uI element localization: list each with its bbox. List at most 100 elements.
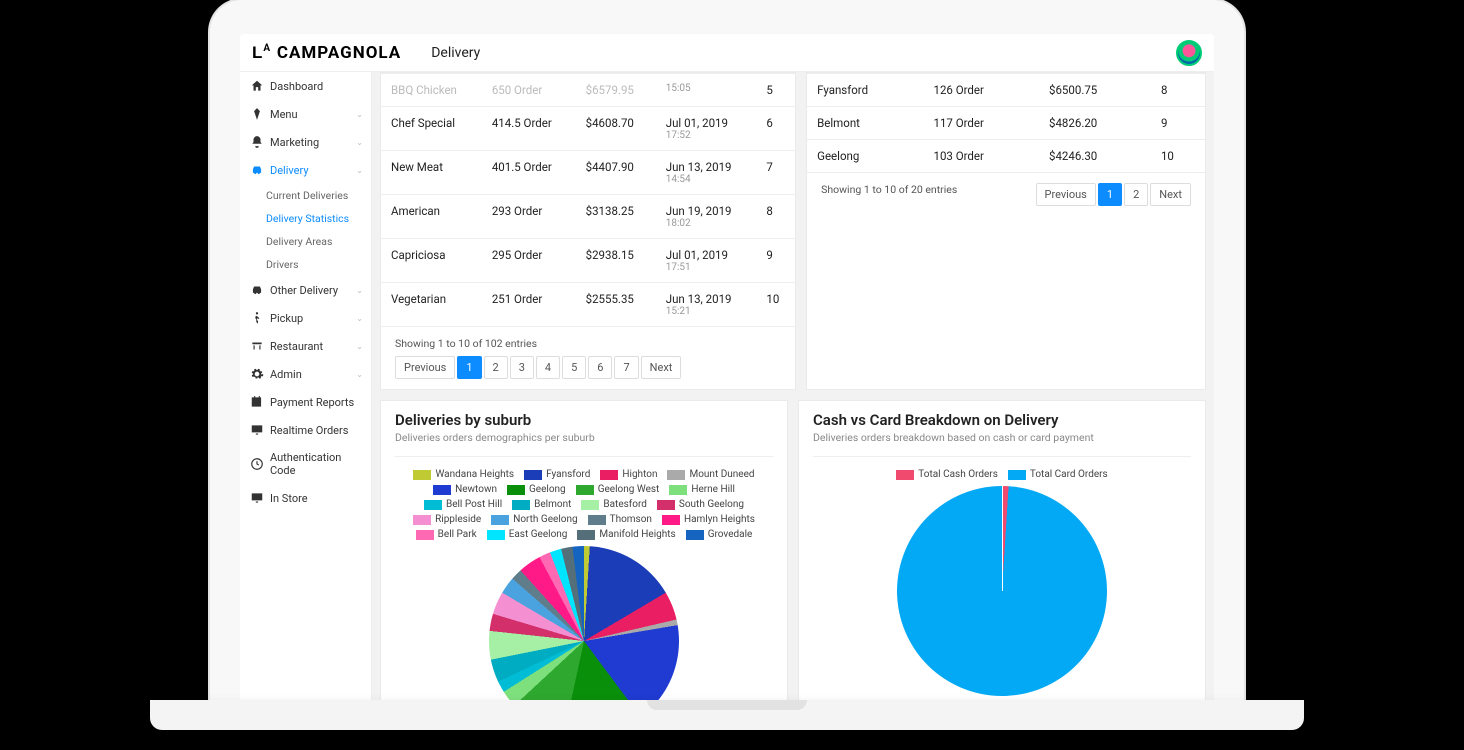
sidebar-item-realtime-orders[interactable]: Realtime Orders	[240, 416, 371, 444]
chevron-icon: ⌄	[356, 370, 363, 379]
sidebar-item-payment-reports[interactable]: Payment Reports	[240, 388, 371, 416]
cashcard-pie-chart	[897, 486, 1107, 696]
page-button[interactable]: 3	[510, 356, 534, 379]
page-button[interactable]: 7	[614, 356, 638, 379]
legend-item[interactable]: Highton	[600, 469, 657, 480]
table-icon	[250, 339, 264, 353]
chevron-icon: ⌄	[356, 138, 363, 147]
cash-vs-card-card: Cash vs Card Breakdown on Delivery Deliv…	[798, 400, 1206, 704]
orders-table-card: BBQ Chicken650 Order$6579.95 15:055 Chef…	[380, 72, 796, 390]
walk-icon	[250, 311, 264, 325]
legend-item[interactable]: Manifold Heights	[577, 529, 675, 540]
brand-logo: LA CAMPAGNOLA	[252, 43, 401, 63]
legend-swatch	[600, 470, 618, 480]
cashcard-chart-subtitle: Deliveries orders breakdown based on cas…	[813, 431, 1191, 444]
user-avatar[interactable]	[1176, 40, 1202, 66]
sidebar-item-delivery[interactable]: Delivery⌄	[240, 156, 371, 184]
chevron-icon: ⌄	[356, 166, 363, 175]
legend-swatch	[413, 470, 431, 480]
legend-item[interactable]: Herne Hill	[669, 484, 735, 495]
legend-item[interactable]: Total Card Orders	[1008, 469, 1108, 480]
sidebar-subitem-current-deliveries[interactable]: Current Deliveries	[240, 184, 371, 207]
laptop-frame: LA CAMPAGNOLA Delivery DashboardMenu⌄Mar…	[210, 0, 1244, 714]
chevron-icon: ⌄	[356, 286, 363, 295]
suburb-pie-chart	[489, 546, 679, 704]
legend-swatch	[424, 500, 442, 510]
legend-item[interactable]: Geelong West	[576, 484, 660, 495]
legend-swatch	[524, 470, 542, 480]
legend-item[interactable]: East Geelong	[487, 529, 568, 540]
suburbs-table: Fyansford126 Order$6500.758 Belmont117 O…	[807, 73, 1205, 172]
suburbs-entries-info: Showing 1 to 10 of 20 entries	[821, 183, 957, 196]
cashcard-chart-title: Cash vs Card Breakdown on Delivery	[813, 411, 1191, 429]
sidebar-item-pickup[interactable]: Pickup⌄	[240, 304, 371, 332]
page-button[interactable]: Next	[1150, 183, 1191, 206]
table-row: Capriciosa295 Order$2938.15 Jul 01, 2019…	[381, 239, 795, 283]
sidebar-subitem-drivers[interactable]: Drivers	[240, 253, 371, 276]
legend-item[interactable]: Bell Park	[416, 529, 477, 540]
legend-swatch	[686, 530, 704, 540]
sidebar-item-restaurant[interactable]: Restaurant⌄	[240, 332, 371, 360]
sidebar-item-menu[interactable]: Menu⌄	[240, 100, 371, 128]
page-button[interactable]: 1	[1098, 183, 1122, 206]
chevron-icon: ⌄	[356, 314, 363, 323]
legend-item[interactable]: Thomson	[588, 514, 652, 525]
page-button[interactable]: 6	[588, 356, 612, 379]
orders-pager: Previous1234567Next	[395, 356, 681, 379]
orders-entries-info: Showing 1 to 10 of 102 entries	[395, 337, 537, 350]
page-button[interactable]: 4	[536, 356, 560, 379]
page-button[interactable]: 2	[1124, 183, 1148, 206]
chevron-icon: ⌄	[356, 342, 363, 351]
legend-item[interactable]: Rippleside	[413, 514, 481, 525]
sidebar: DashboardMenu⌄Marketing⌄Delivery⌄Current…	[240, 72, 372, 704]
legend-swatch	[662, 515, 680, 525]
legend-swatch	[588, 515, 606, 525]
legend-swatch	[512, 500, 530, 510]
sidebar-item-admin[interactable]: Admin⌄	[240, 360, 371, 388]
chevron-icon: ⌄	[356, 110, 363, 119]
calendar-icon	[250, 395, 264, 409]
sidebar-item-marketing[interactable]: Marketing⌄	[240, 128, 371, 156]
legend-item[interactable]: North Geelong	[491, 514, 577, 525]
sidebar-subitem-delivery-statistics[interactable]: Delivery Statistics	[240, 207, 371, 230]
legend-swatch	[507, 485, 525, 495]
suburb-chart-title: Deliveries by suburb	[395, 411, 773, 429]
legend-swatch	[416, 530, 434, 540]
legend-item[interactable]: South Geelong	[657, 499, 744, 510]
legend-item[interactable]: Wandana Heights	[413, 469, 514, 480]
legend-item[interactable]: Fyansford	[524, 469, 590, 480]
legend-item[interactable]: Grovedale	[686, 529, 753, 540]
legend-item[interactable]: Hamlyn Heights	[662, 514, 755, 525]
legend-swatch	[576, 485, 594, 495]
sidebar-item-in-store[interactable]: In Store	[240, 484, 371, 512]
topbar: LA CAMPAGNOLA Delivery	[240, 34, 1214, 72]
clock-icon	[250, 457, 264, 471]
legend-item[interactable]: Belmont	[512, 499, 571, 510]
page-button[interactable]: Previous	[1036, 183, 1096, 206]
page-button[interactable]: Next	[641, 356, 682, 379]
page-button[interactable]: Previous	[395, 356, 455, 379]
app-screen: LA CAMPAGNOLA Delivery DashboardMenu⌄Mar…	[240, 34, 1214, 704]
suburb-legend: Wandana Heights Fyansford Highton Mount Dun…	[395, 469, 773, 540]
orders-table: BBQ Chicken650 Order$6579.95 15:055 Chef…	[381, 73, 795, 326]
legend-item[interactable]: Bell Post Hill	[424, 499, 502, 510]
sidebar-item-authentication-code[interactable]: Authentication Code	[240, 444, 371, 484]
legend-item[interactable]: Newtown	[433, 484, 497, 495]
page-button[interactable]: 5	[562, 356, 586, 379]
table-row: Belmont117 Order$4826.209	[807, 107, 1205, 140]
laptop-base	[150, 700, 1304, 730]
legend-item[interactable]: Total Cash Orders	[896, 469, 998, 480]
sidebar-item-dashboard[interactable]: Dashboard	[240, 72, 371, 100]
cashcard-legend: Total Cash Orders Total Card Orders	[813, 469, 1191, 480]
legend-item[interactable]: Geelong	[507, 484, 566, 495]
suburbs-table-card: Fyansford126 Order$6500.758 Belmont117 O…	[806, 72, 1206, 390]
sidebar-item-other-delivery[interactable]: Other Delivery⌄	[240, 276, 371, 304]
page-button[interactable]: 2	[484, 356, 508, 379]
legend-item[interactable]: Mount Duneed	[667, 469, 754, 480]
page-button[interactable]: 1	[457, 356, 481, 379]
page-title: Delivery	[431, 45, 480, 61]
sidebar-subitem-delivery-areas[interactable]: Delivery Areas	[240, 230, 371, 253]
legend-item[interactable]: Batesford	[581, 499, 647, 510]
table-row: Fyansford126 Order$6500.758	[807, 74, 1205, 107]
legend-swatch	[669, 485, 687, 495]
